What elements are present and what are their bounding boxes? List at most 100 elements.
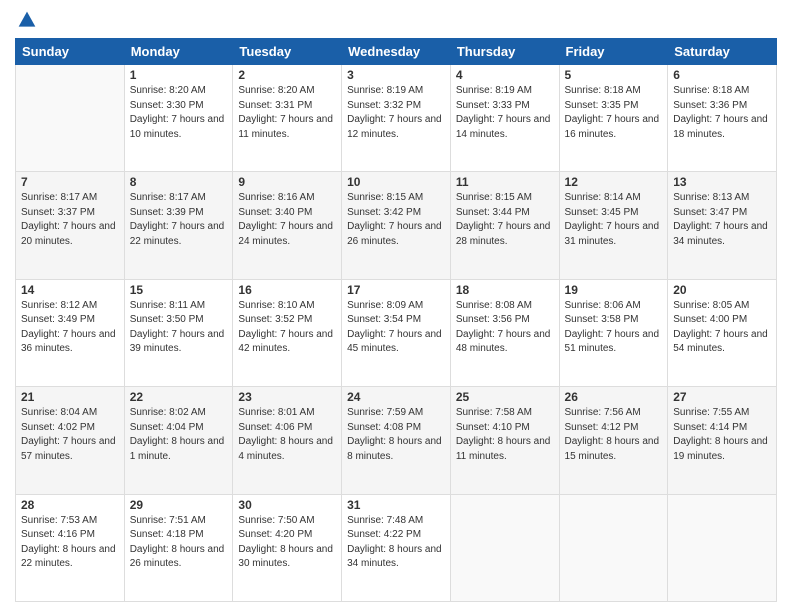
day-info: Sunrise: 8:17 AM Sunset: 3:37 PM Dayligh…	[21, 191, 119, 249]
sunset-text: Sunset: 3:33 PM	[456, 100, 530, 111]
table-row	[450, 494, 559, 601]
sunrise-text: Sunrise: 8:20 AM	[130, 85, 206, 96]
sunset-text: Sunset: 4:04 PM	[130, 422, 204, 433]
day-info: Sunrise: 8:15 AM Sunset: 3:44 PM Dayligh…	[456, 191, 554, 249]
day-number: 31	[347, 498, 445, 512]
sunrise-text: Sunrise: 8:04 AM	[21, 407, 97, 418]
day-info: Sunrise: 8:19 AM Sunset: 3:32 PM Dayligh…	[347, 84, 445, 142]
day-number: 19	[565, 283, 663, 297]
table-row: 11 Sunrise: 8:15 AM Sunset: 3:44 PM Dayl…	[450, 172, 559, 279]
sunrise-text: Sunrise: 8:17 AM	[130, 192, 206, 203]
table-row: 3 Sunrise: 8:19 AM Sunset: 3:32 PM Dayli…	[342, 65, 451, 172]
sunrise-text: Sunrise: 8:05 AM	[673, 300, 749, 311]
sunset-text: Sunset: 4:06 PM	[238, 422, 312, 433]
sunset-text: Sunset: 4:12 PM	[565, 422, 639, 433]
day-info: Sunrise: 8:09 AM Sunset: 3:54 PM Dayligh…	[347, 299, 445, 357]
table-row: 24 Sunrise: 7:59 AM Sunset: 4:08 PM Dayl…	[342, 387, 451, 494]
daylight-text: Daylight: 7 hours and 20 minutes.	[21, 221, 116, 247]
daylight-text: Daylight: 7 hours and 48 minutes.	[456, 329, 551, 355]
table-row: 5 Sunrise: 8:18 AM Sunset: 3:35 PM Dayli…	[559, 65, 668, 172]
sunset-text: Sunset: 3:30 PM	[130, 100, 204, 111]
calendar-page: Sunday Monday Tuesday Wednesday Thursday…	[0, 0, 792, 612]
sunset-text: Sunset: 4:08 PM	[347, 422, 421, 433]
table-row: 14 Sunrise: 8:12 AM Sunset: 3:49 PM Dayl…	[16, 279, 125, 386]
sunset-text: Sunset: 3:42 PM	[347, 207, 421, 218]
day-info: Sunrise: 7:50 AM Sunset: 4:20 PM Dayligh…	[238, 514, 336, 572]
daylight-text: Daylight: 7 hours and 45 minutes.	[347, 329, 442, 355]
calendar-week-row: 21 Sunrise: 8:04 AM Sunset: 4:02 PM Dayl…	[16, 387, 777, 494]
day-number: 18	[456, 283, 554, 297]
table-row: 21 Sunrise: 8:04 AM Sunset: 4:02 PM Dayl…	[16, 387, 125, 494]
sunset-text: Sunset: 3:54 PM	[347, 314, 421, 325]
sunset-text: Sunset: 4:22 PM	[347, 529, 421, 540]
day-number: 10	[347, 175, 445, 189]
sunrise-text: Sunrise: 8:10 AM	[238, 300, 314, 311]
day-info: Sunrise: 8:14 AM Sunset: 3:45 PM Dayligh…	[565, 191, 663, 249]
sunset-text: Sunset: 4:02 PM	[21, 422, 95, 433]
day-number: 28	[21, 498, 119, 512]
day-info: Sunrise: 8:02 AM Sunset: 4:04 PM Dayligh…	[130, 406, 228, 464]
day-number: 30	[238, 498, 336, 512]
table-row: 12 Sunrise: 8:14 AM Sunset: 3:45 PM Dayl…	[559, 172, 668, 279]
calendar-week-row: 28 Sunrise: 7:53 AM Sunset: 4:16 PM Dayl…	[16, 494, 777, 601]
table-row: 23 Sunrise: 8:01 AM Sunset: 4:06 PM Dayl…	[233, 387, 342, 494]
day-info: Sunrise: 8:04 AM Sunset: 4:02 PM Dayligh…	[21, 406, 119, 464]
col-friday: Friday	[559, 39, 668, 65]
col-tuesday: Tuesday	[233, 39, 342, 65]
daylight-text: Daylight: 8 hours and 26 minutes.	[130, 544, 225, 570]
sunrise-text: Sunrise: 7:51 AM	[130, 515, 206, 526]
day-number: 17	[347, 283, 445, 297]
day-info: Sunrise: 7:53 AM Sunset: 4:16 PM Dayligh…	[21, 514, 119, 572]
sunset-text: Sunset: 3:35 PM	[565, 100, 639, 111]
daylight-text: Daylight: 7 hours and 22 minutes.	[130, 221, 225, 247]
day-number: 9	[238, 175, 336, 189]
day-info: Sunrise: 8:10 AM Sunset: 3:52 PM Dayligh…	[238, 299, 336, 357]
day-number: 29	[130, 498, 228, 512]
table-row: 28 Sunrise: 7:53 AM Sunset: 4:16 PM Dayl…	[16, 494, 125, 601]
sunrise-text: Sunrise: 8:18 AM	[673, 85, 749, 96]
day-info: Sunrise: 7:58 AM Sunset: 4:10 PM Dayligh…	[456, 406, 554, 464]
sunrise-text: Sunrise: 7:48 AM	[347, 515, 423, 526]
daylight-text: Daylight: 8 hours and 19 minutes.	[673, 436, 768, 462]
table-row: 27 Sunrise: 7:55 AM Sunset: 4:14 PM Dayl…	[668, 387, 777, 494]
sunrise-text: Sunrise: 8:19 AM	[347, 85, 423, 96]
col-thursday: Thursday	[450, 39, 559, 65]
day-number: 13	[673, 175, 771, 189]
table-row: 15 Sunrise: 8:11 AM Sunset: 3:50 PM Dayl…	[124, 279, 233, 386]
daylight-text: Daylight: 7 hours and 18 minutes.	[673, 114, 768, 140]
sunset-text: Sunset: 3:50 PM	[130, 314, 204, 325]
sunrise-text: Sunrise: 8:11 AM	[130, 300, 205, 311]
sunrise-text: Sunrise: 7:53 AM	[21, 515, 97, 526]
table-row: 18 Sunrise: 8:08 AM Sunset: 3:56 PM Dayl…	[450, 279, 559, 386]
sunrise-text: Sunrise: 7:58 AM	[456, 407, 532, 418]
sunrise-text: Sunrise: 8:09 AM	[347, 300, 423, 311]
day-number: 15	[130, 283, 228, 297]
table-row: 17 Sunrise: 8:09 AM Sunset: 3:54 PM Dayl…	[342, 279, 451, 386]
daylight-text: Daylight: 7 hours and 26 minutes.	[347, 221, 442, 247]
sunrise-text: Sunrise: 7:50 AM	[238, 515, 314, 526]
sunset-text: Sunset: 3:31 PM	[238, 100, 312, 111]
daylight-text: Daylight: 7 hours and 16 minutes.	[565, 114, 660, 140]
day-number: 2	[238, 68, 336, 82]
table-row: 25 Sunrise: 7:58 AM Sunset: 4:10 PM Dayl…	[450, 387, 559, 494]
day-number: 14	[21, 283, 119, 297]
day-info: Sunrise: 8:01 AM Sunset: 4:06 PM Dayligh…	[238, 406, 336, 464]
daylight-text: Daylight: 8 hours and 30 minutes.	[238, 544, 333, 570]
day-info: Sunrise: 8:17 AM Sunset: 3:39 PM Dayligh…	[130, 191, 228, 249]
sunset-text: Sunset: 3:58 PM	[565, 314, 639, 325]
daylight-text: Daylight: 7 hours and 42 minutes.	[238, 329, 333, 355]
sunrise-text: Sunrise: 8:17 AM	[21, 192, 97, 203]
day-number: 3	[347, 68, 445, 82]
day-info: Sunrise: 7:59 AM Sunset: 4:08 PM Dayligh…	[347, 406, 445, 464]
sunrise-text: Sunrise: 7:55 AM	[673, 407, 749, 418]
sunrise-text: Sunrise: 8:12 AM	[21, 300, 97, 311]
sunset-text: Sunset: 3:39 PM	[130, 207, 204, 218]
sunset-text: Sunset: 3:32 PM	[347, 100, 421, 111]
daylight-text: Daylight: 7 hours and 24 minutes.	[238, 221, 333, 247]
sunrise-text: Sunrise: 7:56 AM	[565, 407, 641, 418]
day-info: Sunrise: 7:56 AM Sunset: 4:12 PM Dayligh…	[565, 406, 663, 464]
daylight-text: Daylight: 7 hours and 28 minutes.	[456, 221, 551, 247]
day-info: Sunrise: 8:20 AM Sunset: 3:31 PM Dayligh…	[238, 84, 336, 142]
sunset-text: Sunset: 4:18 PM	[130, 529, 204, 540]
day-info: Sunrise: 8:13 AM Sunset: 3:47 PM Dayligh…	[673, 191, 771, 249]
